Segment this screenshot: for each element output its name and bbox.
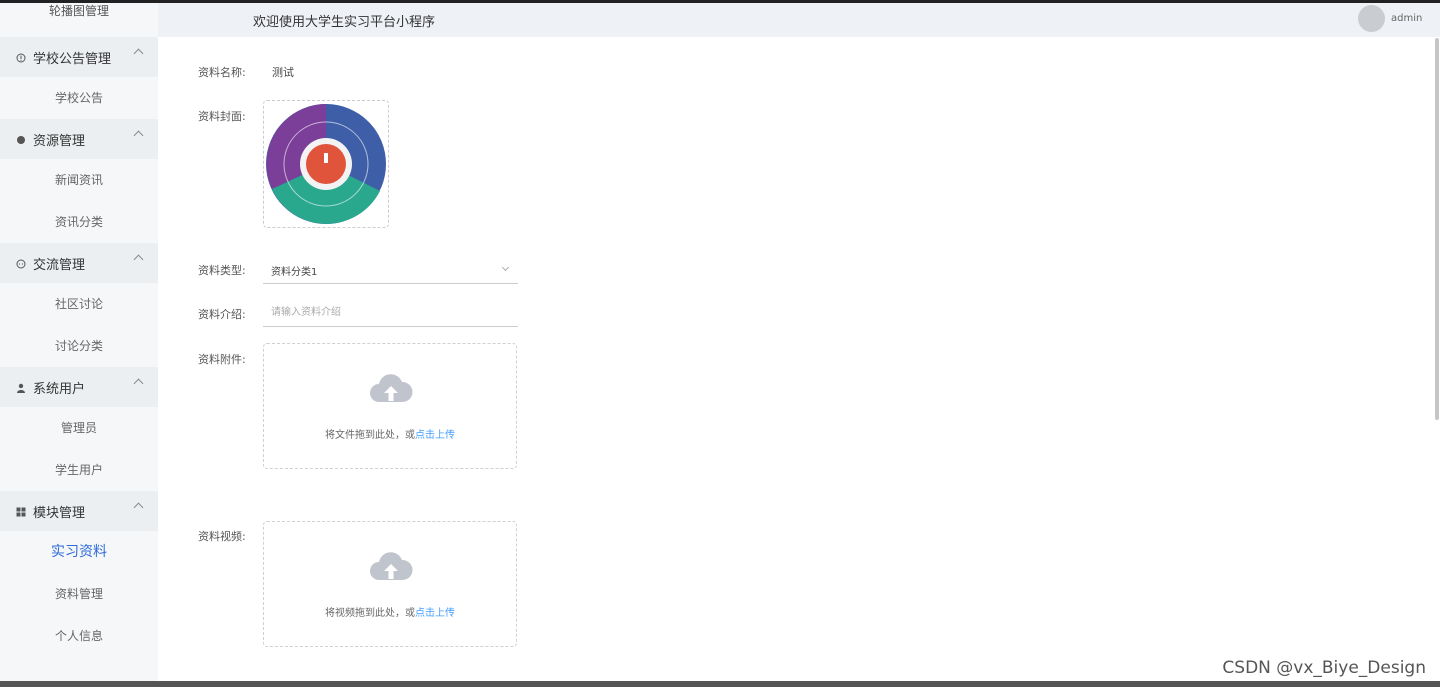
sidebar-group-school-notice[interactable]: 学校公告管理 [0, 37, 158, 77]
type-select[interactable]: 资料分类1 [263, 256, 518, 284]
chevron-up-icon [133, 254, 144, 265]
sidebar-item-school-notice[interactable]: 学校公告 [0, 77, 158, 119]
username[interactable]: admin [1391, 13, 1422, 24]
chevron-up-icon [133, 502, 144, 513]
name-value: 测试 [272, 66, 294, 79]
type-label: 资料类型: [198, 264, 246, 277]
sidebar-group-label: 系统用户 [33, 381, 86, 397]
attachment-label: 资料附件: [198, 353, 246, 366]
sidebar-group-label: 学校公告管理 [33, 51, 112, 67]
cloud-upload-icon [370, 374, 413, 402]
sidebar-item-carousel[interactable]: 轮播图管理 [0, 3, 158, 37]
chevron-down-icon [501, 263, 510, 272]
sidebar-group-label: 资源管理 [33, 133, 86, 149]
intro-input[interactable] [263, 299, 518, 326]
top-header: 欢迎使用大学生实习平台小程序 admin [158, 3, 1440, 37]
sidebar-group-label: 模块管理 [33, 505, 86, 521]
chevron-up-icon [133, 130, 144, 141]
sidebar-item-admin[interactable]: 管理员 [0, 407, 158, 449]
sidebar: 轮播图管理 学校公告管理 学校公告 资源管理 新闻资讯 资讯分类 交流管理 社区… [0, 3, 158, 681]
video-label: 资料视频: [198, 530, 246, 543]
video-hint: 将视频拖到此处，或点击上传 [264, 604, 516, 619]
video-dropzone[interactable]: 将视频拖到此处，或点击上传 [263, 521, 517, 647]
name-label: 资料名称: [198, 66, 246, 79]
info-circle-icon [16, 52, 26, 63]
page-title: 欢迎使用大学生实习平台小程序 [253, 15, 436, 30]
attachment-hint-text: 将文件拖到此处，或 [325, 430, 415, 441]
drop-icon [16, 134, 26, 144]
type-select-value: 资料分类1 [271, 267, 318, 278]
cover-image [266, 104, 386, 224]
video-hint-text: 将视频拖到此处，或 [325, 608, 415, 619]
attachment-dropzone[interactable]: 将文件拖到此处，或点击上传 [263, 343, 517, 469]
cover-image-upload[interactable] [263, 100, 389, 228]
sidebar-item-internship-materials[interactable]: 实习资料 [0, 531, 158, 573]
window-bottom-border [0, 681, 1440, 687]
chevron-up-icon [133, 48, 144, 59]
intro-field-wrapper [263, 299, 518, 327]
user-icon [16, 382, 26, 393]
sidebar-item-profile[interactable]: 个人信息 [0, 615, 158, 657]
sidebar-item-discussion-category[interactable]: 讨论分类 [0, 325, 158, 367]
sidebar-item-news-category[interactable]: 资讯分类 [0, 201, 158, 243]
sidebar-group-modules[interactable]: 模块管理 [0, 491, 158, 531]
scrollbar[interactable] [1435, 38, 1439, 420]
cloud-upload-icon [370, 552, 413, 580]
watermark: CSDN @vx_Biye_Design [1222, 658, 1426, 678]
attachment-upload-link[interactable]: 点击上传 [415, 430, 455, 441]
sidebar-item-news[interactable]: 新闻资讯 [0, 159, 158, 201]
grid-icon [16, 506, 26, 517]
sidebar-group-label: 交流管理 [33, 257, 86, 273]
sidebar-item-material-management[interactable]: 资料管理 [0, 573, 158, 615]
sidebar-group-resource[interactable]: 资源管理 [0, 119, 158, 159]
attachment-hint: 将文件拖到此处，或点击上传 [264, 426, 516, 441]
sidebar-group-communication[interactable]: 交流管理 [0, 243, 158, 283]
avatar[interactable] [1358, 5, 1385, 32]
chat-bubble-icon [16, 258, 26, 269]
video-upload-link[interactable]: 点击上传 [415, 608, 455, 619]
sidebar-group-system-users[interactable]: 系统用户 [0, 367, 158, 407]
cover-label: 资料封面: [198, 110, 246, 123]
sidebar-item-students[interactable]: 学生用户 [0, 449, 158, 491]
intro-label: 资料介绍: [198, 308, 246, 321]
chevron-up-icon [133, 378, 144, 389]
sidebar-item-community[interactable]: 社区讨论 [0, 283, 158, 325]
